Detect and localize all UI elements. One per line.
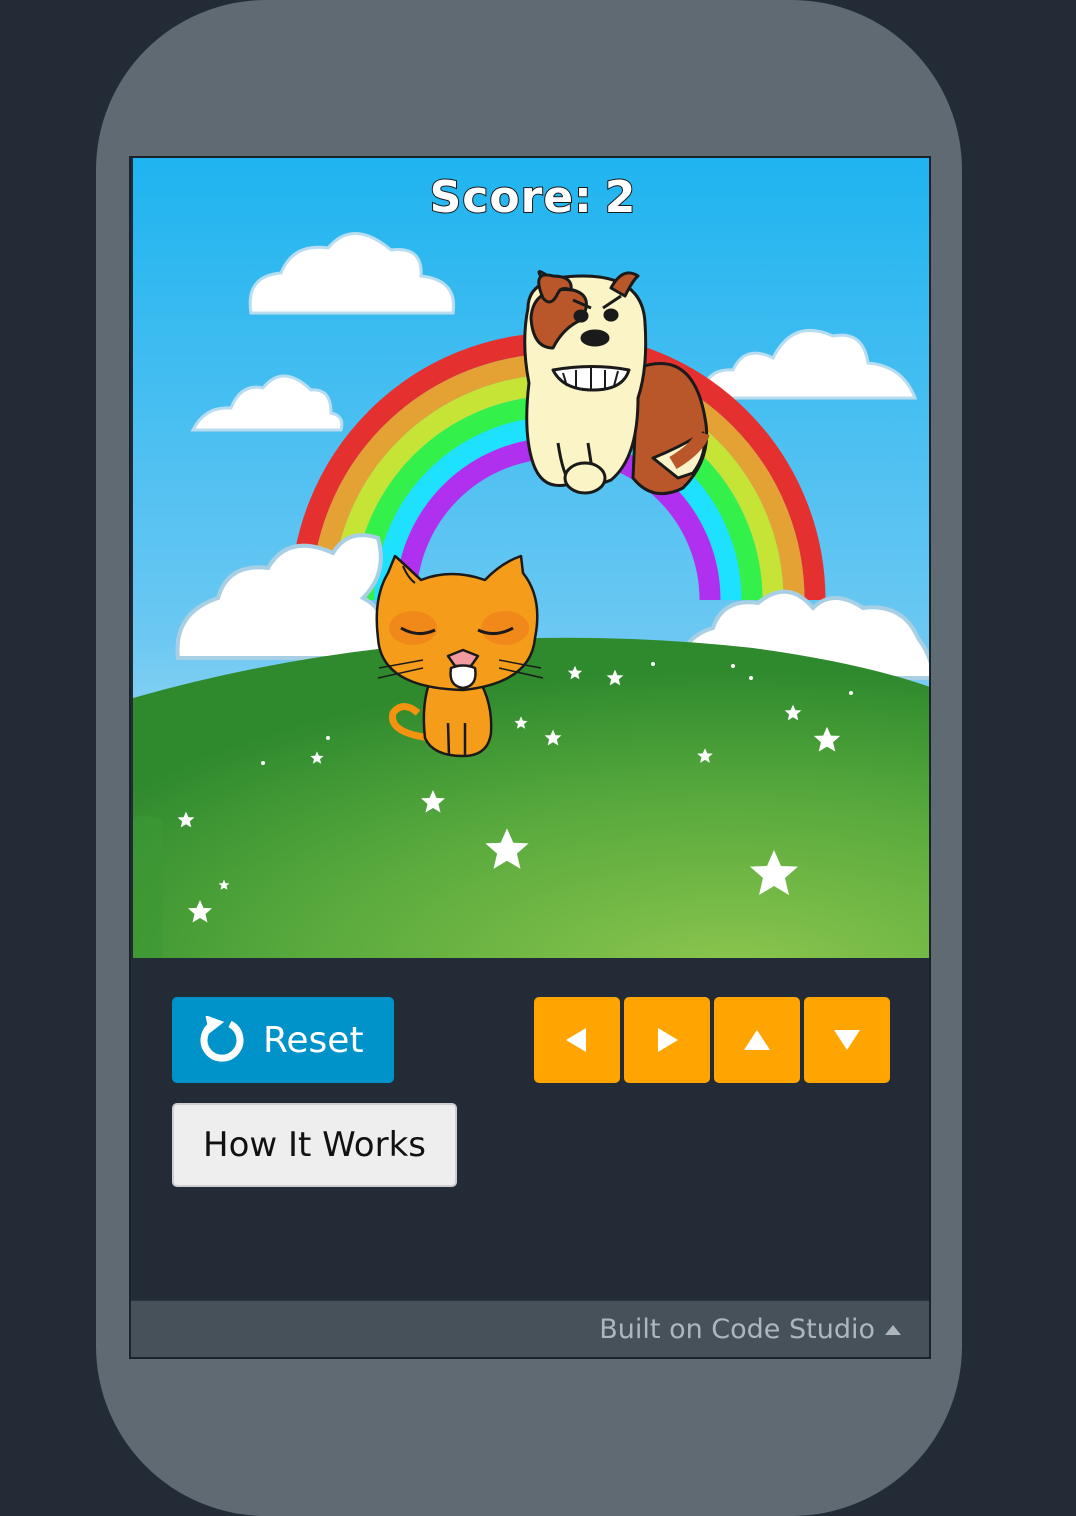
reset-label: Reset <box>263 1019 364 1061</box>
score-label: Score: <box>429 171 593 224</box>
up-arrow-button[interactable] <box>714 997 800 1083</box>
app-screen: Score: 2 Reset How It Works Built on Code… <box>129 156 931 1359</box>
how-it-works-button[interactable]: How It Works <box>172 1103 457 1187</box>
score-display: Score: 2 <box>133 171 929 224</box>
up-arrow-icon <box>744 1030 770 1050</box>
left-arrow-button[interactable] <box>534 997 620 1083</box>
footer-bar[interactable]: Built on Code Studio <box>131 1300 929 1357</box>
score-value: 2 <box>604 171 637 224</box>
grass-hill <box>133 637 929 958</box>
caret-up-icon[interactable] <box>885 1324 901 1335</box>
how-it-works-label: How It Works <box>203 1125 426 1165</box>
right-arrow-button[interactable] <box>624 997 710 1083</box>
footer-text[interactable]: Built on Code Studio <box>599 1314 875 1345</box>
game-scene <box>133 158 929 958</box>
right-arrow-icon <box>658 1028 678 1052</box>
down-arrow-icon <box>834 1030 860 1050</box>
down-arrow-button[interactable] <box>804 997 890 1083</box>
hill-shade <box>133 815 163 958</box>
game-canvas[interactable]: Score: 2 <box>133 158 929 958</box>
left-arrow-icon <box>566 1028 586 1052</box>
reset-button[interactable]: Reset <box>172 997 394 1083</box>
reset-icon <box>200 1016 244 1062</box>
